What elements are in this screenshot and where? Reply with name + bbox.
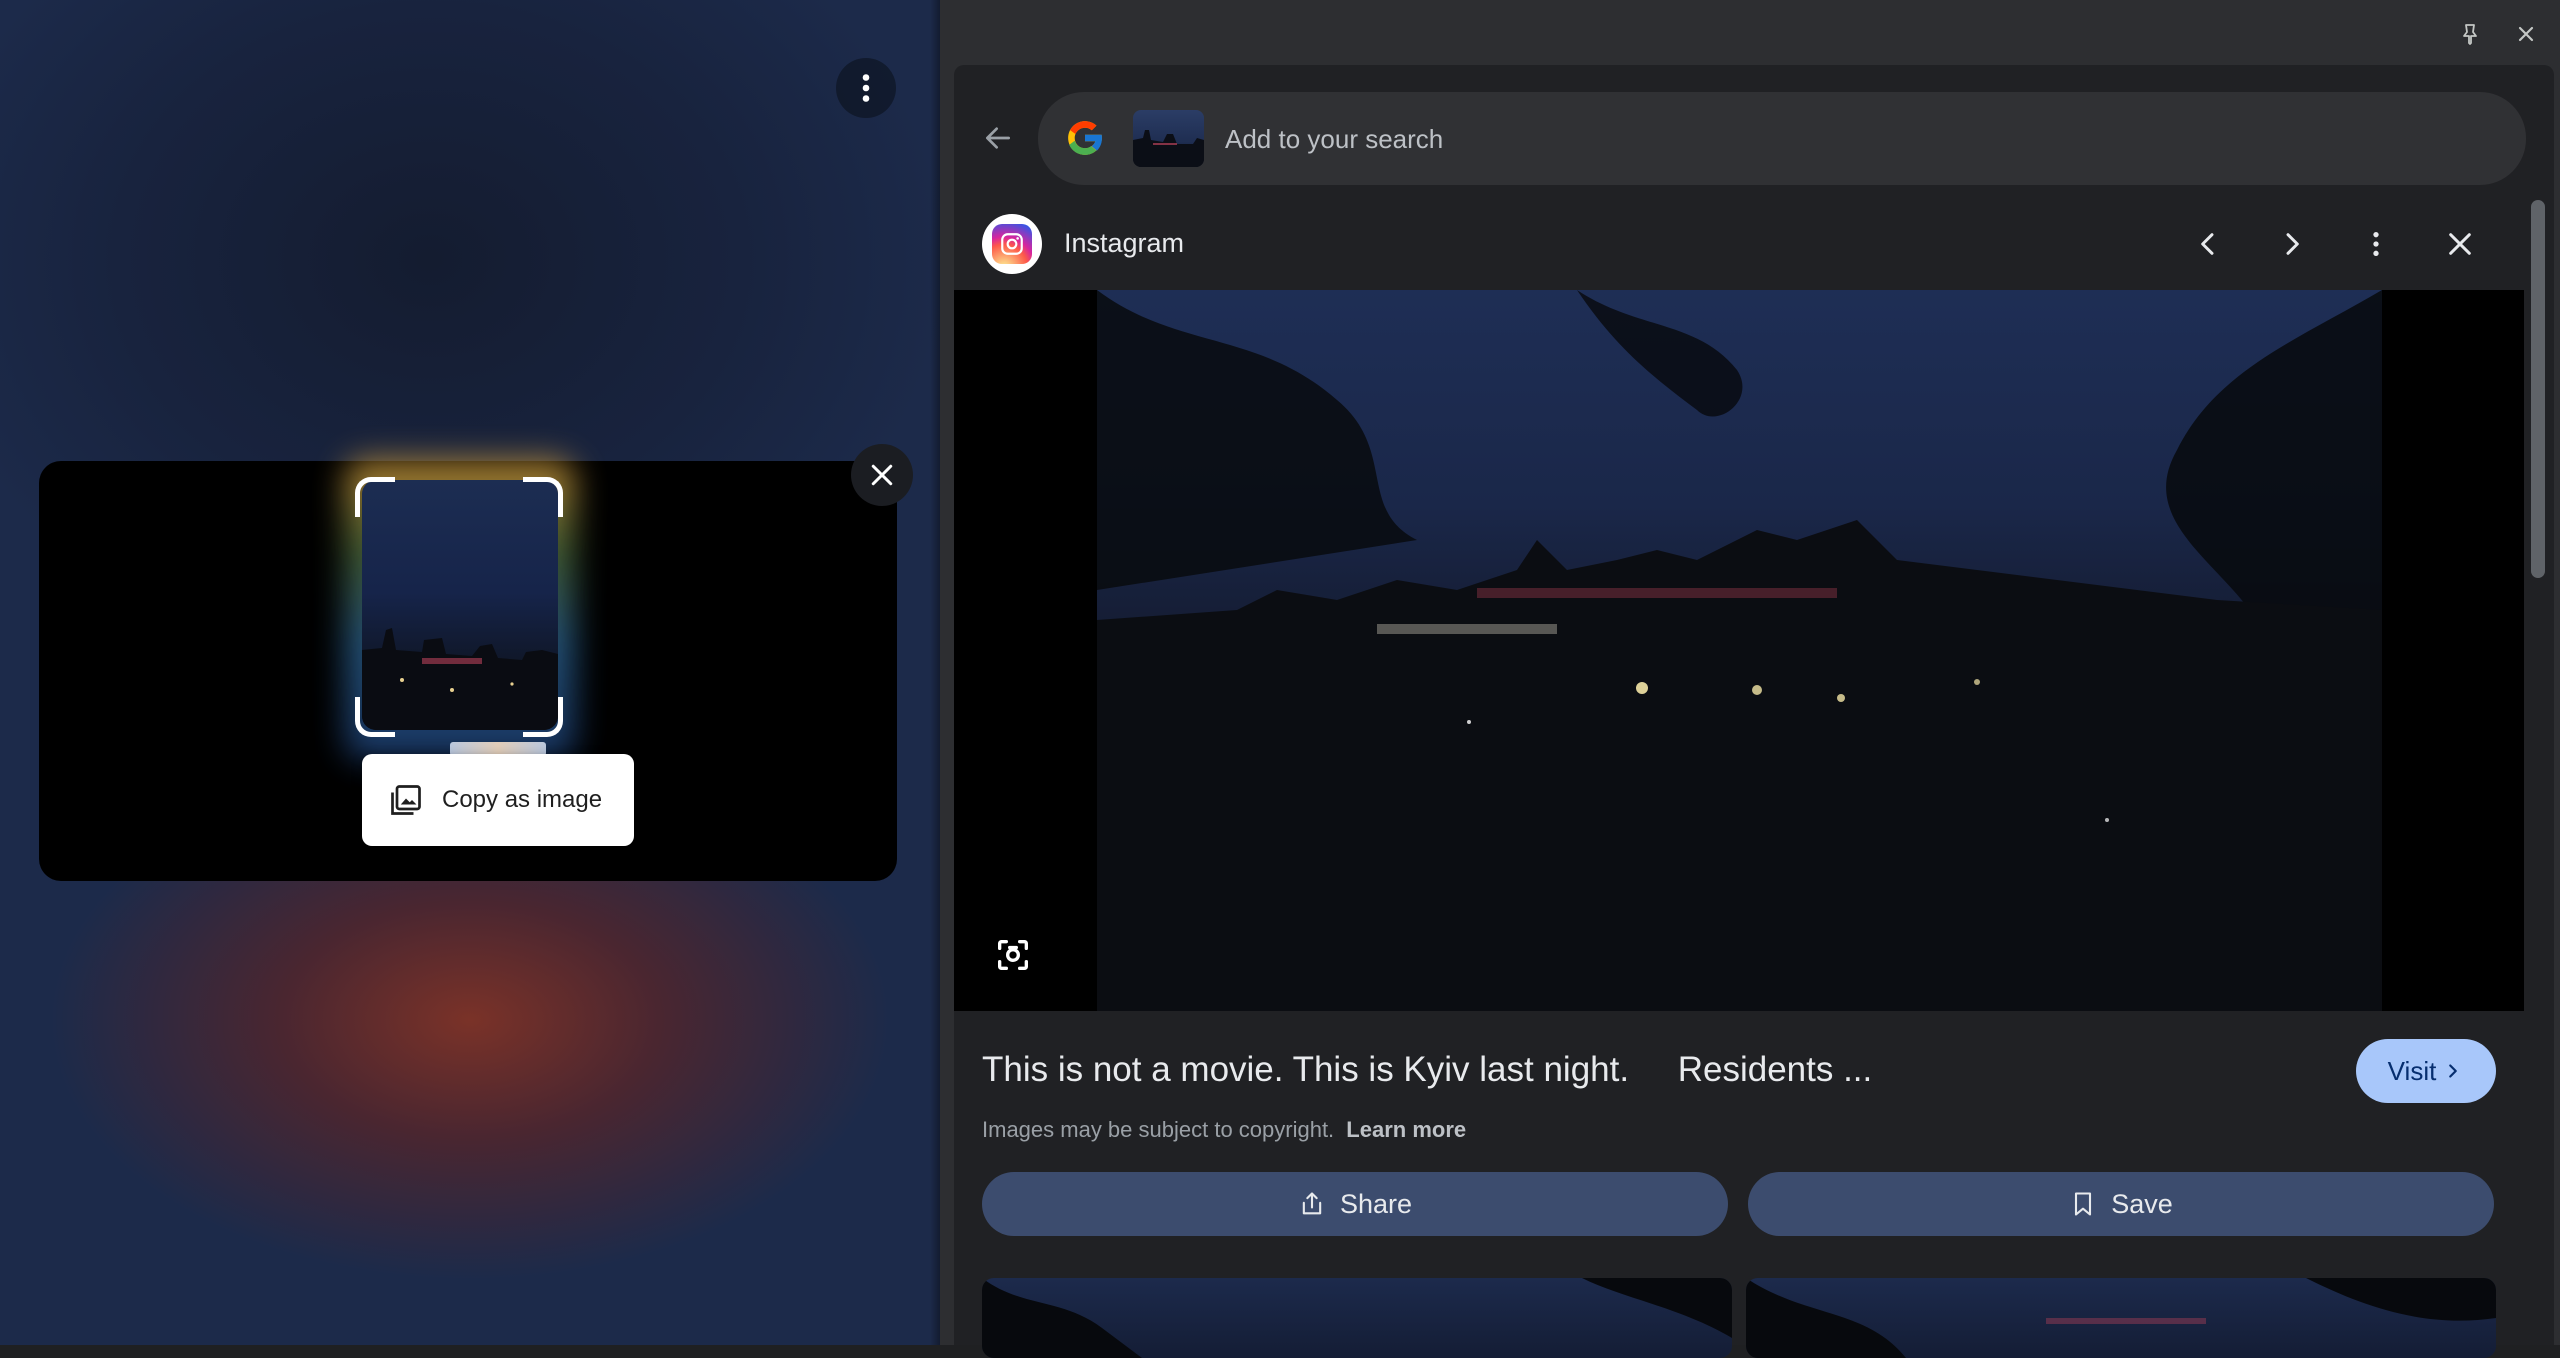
result-more-options-button[interactable] <box>2352 220 2400 268</box>
previous-result-button[interactable] <box>2184 220 2232 268</box>
lens-search-button[interactable] <box>988 930 1038 980</box>
selection-corner[interactable] <box>523 697 563 737</box>
share-label: Share <box>1339 1188 1413 1219</box>
bookmark-icon <box>2075 1192 2092 1216</box>
selected-region-preview[interactable] <box>362 480 558 730</box>
related-result-thumbnail[interactable] <box>982 1278 1732 1358</box>
visit-label: Visit <box>2387 1055 2437 1086</box>
copy-as-image-label: Copy as image <box>442 786 603 813</box>
save-button[interactable]: Save <box>1748 1172 2494 1236</box>
search-image-chip[interactable] <box>1133 110 1204 167</box>
close-capture-button[interactable] <box>851 444 913 506</box>
chevron-left-icon <box>2201 233 2214 255</box>
more-vert-icon <box>862 74 870 102</box>
learn-more-link[interactable]: Learn more <box>1346 1117 1466 1142</box>
more-options-button[interactable] <box>836 58 896 118</box>
next-result-button[interactable] <box>2268 220 2316 268</box>
save-label: Save <box>2111 1188 2173 1219</box>
night-city-photo <box>1097 290 2382 1011</box>
pin-button[interactable] <box>2450 14 2490 54</box>
tree-silhouette <box>1746 1278 2496 1358</box>
copy-as-image-button[interactable]: Copy as image <box>362 754 634 846</box>
chevron-right-icon <box>2449 1064 2458 1078</box>
google-logo-icon <box>1063 116 1107 160</box>
source-name[interactable]: Instagram <box>1064 228 1184 259</box>
back-button[interactable] <box>976 116 1020 160</box>
result-title[interactable]: This is not a movie. This is Kyiv last n… <box>982 1050 1872 1090</box>
tree-silhouette <box>982 1278 1732 1358</box>
copyright-text: Images may be subject to copyright. <box>982 1117 1335 1142</box>
selection-corner[interactable] <box>355 697 395 737</box>
selection-corner[interactable] <box>355 477 395 517</box>
city-scene <box>1097 290 2382 1011</box>
close-result-button[interactable] <box>2436 220 2484 268</box>
pin-icon <box>2463 24 2477 45</box>
selection-corner[interactable] <box>523 477 563 517</box>
visit-button[interactable]: Visit <box>2356 1039 2496 1103</box>
scrollbar-thumb[interactable] <box>2531 200 2545 578</box>
result-image[interactable] <box>954 290 2524 1011</box>
city-silhouette <box>1133 130 1204 167</box>
instagram-logo-icon <box>982 214 1042 274</box>
close-icon <box>871 464 893 486</box>
image-copy-icon <box>391 785 421 815</box>
chevron-right-icon <box>2286 233 2299 255</box>
share-button[interactable]: Share <box>982 1172 1728 1236</box>
close-icon <box>2518 26 2534 42</box>
copyright-notice: Images may be subject to copyright. Lear… <box>982 1117 1466 1143</box>
close-icon <box>2449 233 2471 255</box>
more-vert-icon <box>2373 232 2379 256</box>
search-placeholder-text[interactable]: Add to your search <box>1225 124 1443 155</box>
lens-icon <box>998 940 1028 970</box>
related-result-thumbnail[interactable] <box>1746 1278 2496 1358</box>
close-panel-button[interactable] <box>2506 14 2546 54</box>
arrow-back-icon <box>986 127 1010 149</box>
share-icon <box>1302 1192 1322 1215</box>
